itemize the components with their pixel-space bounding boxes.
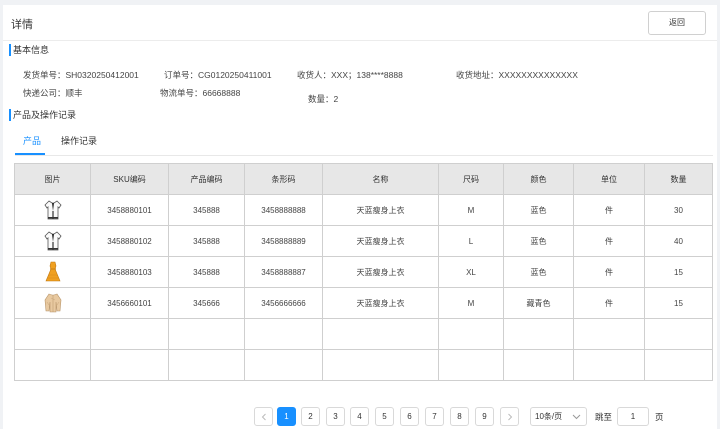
- cell-size: L: [438, 225, 504, 257]
- table-header-row: 图片 SKU编码 产品编码 条形码 名称 尺码 颜色 单位 数量: [14, 163, 713, 195]
- page-size-value: 10条/页: [535, 412, 563, 421]
- quantity: 数量：2: [308, 94, 339, 104]
- cell-image: [14, 194, 91, 226]
- cell-sku: 3456660101: [90, 287, 169, 319]
- page-2-button[interactable]: 2: [301, 407, 320, 426]
- chevron-right-icon: [507, 413, 512, 421]
- page-3-button[interactable]: 3: [326, 407, 345, 426]
- cell-color: 蓝色: [503, 194, 574, 226]
- prev-page-button[interactable]: [254, 407, 273, 426]
- pagination: 1 2 3 4 5 6 7 8 9 10条/页 跳至 1 页: [3, 407, 717, 427]
- cell-unit: 件: [573, 256, 645, 288]
- receiver: 收货人：XXX；138****8888: [297, 70, 403, 80]
- tab-operation-log[interactable]: 操作记录: [61, 133, 97, 155]
- cell-name: 天蓝瘦身上衣: [322, 287, 439, 319]
- cell-name: 天蓝瘦身上衣: [322, 225, 439, 257]
- cell-image: [14, 225, 91, 257]
- col-qty: 数量: [644, 163, 713, 195]
- table-row[interactable]: 3458880102 345888 3458888889 天蓝瘦身上衣 L 蓝色…: [14, 225, 713, 257]
- cell-unit: 件: [573, 225, 645, 257]
- tracking-no: 物流单号：66668888: [160, 88, 241, 98]
- col-unit: 单位: [573, 163, 645, 195]
- back-button[interactable]: 返回: [648, 11, 706, 35]
- cell-sku: 3458880103: [90, 256, 169, 288]
- page-8-button[interactable]: 8: [450, 407, 469, 426]
- cell-product-code: 345888: [168, 256, 245, 288]
- detail-page: 详情 返回 基本信息 发货单号：SH0320250412001 订单号：CG01…: [3, 5, 717, 429]
- table-row[interactable]: 3456660101 345666 3456666666 天蓝瘦身上衣 M 藏青…: [14, 287, 713, 319]
- cell-product-code: 345666: [168, 287, 245, 319]
- page-title: 详情: [11, 19, 33, 31]
- jump-label: 跳至: [595, 412, 613, 422]
- cell-name: 天蓝瘦身上衣: [322, 256, 439, 288]
- section-title-basic: 基本信息: [9, 44, 49, 56]
- col-name: 名称: [322, 163, 439, 195]
- tabs-divider: [15, 155, 713, 156]
- col-sku: SKU编码: [90, 163, 169, 195]
- tab-products[interactable]: 产品: [23, 133, 41, 155]
- page-1-button[interactable]: 1: [277, 407, 296, 426]
- jump-page-input[interactable]: 1: [617, 407, 649, 426]
- table-row[interactable]: 3458880103 345888 3458888887 天蓝瘦身上衣 XL 蓝…: [14, 256, 713, 288]
- cell-image: [14, 287, 91, 319]
- cell-barcode: 3458888889: [244, 225, 323, 257]
- empty-row: [14, 318, 713, 350]
- cell-qty: 40: [644, 225, 713, 257]
- cell-size: XL: [438, 256, 504, 288]
- cell-sku: 3458880102: [90, 225, 169, 257]
- tab-bar: 产品 操作记录: [3, 133, 717, 155]
- cell-color: 蓝色: [503, 256, 574, 288]
- page-suffix: 页: [655, 412, 664, 422]
- beige-jacket-thumbnail-icon: [44, 293, 61, 313]
- cell-image: [14, 256, 91, 288]
- cell-unit: 件: [573, 194, 645, 226]
- page-6-button[interactable]: 6: [400, 407, 419, 426]
- cell-size: M: [438, 194, 504, 226]
- cell-sku: 3458880101: [90, 194, 169, 226]
- col-image: 图片: [14, 163, 91, 195]
- cell-barcode: 3458888888: [244, 194, 323, 226]
- cell-barcode: 3458888887: [244, 256, 323, 288]
- header-divider: [3, 40, 717, 41]
- col-product-code: 产品编码: [168, 163, 245, 195]
- product-table: 图片 SKU编码 产品编码 条形码 名称 尺码 颜色 单位 数量 3458880…: [14, 163, 713, 381]
- next-page-button[interactable]: [500, 407, 519, 426]
- cell-color: 藏青色: [503, 287, 574, 319]
- page-7-button[interactable]: 7: [425, 407, 444, 426]
- col-color: 颜色: [503, 163, 574, 195]
- cell-size: M: [438, 287, 504, 319]
- col-barcode: 条形码: [244, 163, 323, 195]
- white-top-thumbnail-icon: [43, 231, 62, 251]
- cell-unit: 件: [573, 287, 645, 319]
- courier: 快递公司：顺丰: [23, 88, 83, 98]
- yellow-dress-thumbnail-icon: [45, 261, 60, 282]
- section-title-products: 产品及操作记录: [9, 109, 76, 121]
- cell-barcode: 3456666666: [244, 287, 323, 319]
- page-5-button[interactable]: 5: [375, 407, 394, 426]
- address: 收货地址：XXXXXXXXXXXXXX: [456, 70, 578, 80]
- page-4-button[interactable]: 4: [350, 407, 369, 426]
- ship-no: 发货单号：SH0320250412001: [23, 70, 139, 80]
- cell-product-code: 345888: [168, 225, 245, 257]
- cell-qty: 30: [644, 194, 713, 226]
- chevron-left-icon: [261, 413, 266, 421]
- table-row[interactable]: 3458880101 345888 3458888888 天蓝瘦身上衣 M 蓝色…: [14, 194, 713, 226]
- chevron-down-icon: [572, 414, 581, 420]
- cell-name: 天蓝瘦身上衣: [322, 194, 439, 226]
- empty-row: [14, 349, 713, 381]
- cell-color: 蓝色: [503, 225, 574, 257]
- cell-product-code: 345888: [168, 194, 245, 226]
- cell-qty: 15: [644, 256, 713, 288]
- order-no: 订单号：CG0120250411001: [164, 70, 272, 80]
- white-top-thumbnail-icon: [43, 200, 62, 220]
- page-size-select[interactable]: 10条/页: [530, 407, 587, 426]
- page-9-button[interactable]: 9: [475, 407, 494, 426]
- col-size: 尺码: [438, 163, 504, 195]
- cell-qty: 15: [644, 287, 713, 319]
